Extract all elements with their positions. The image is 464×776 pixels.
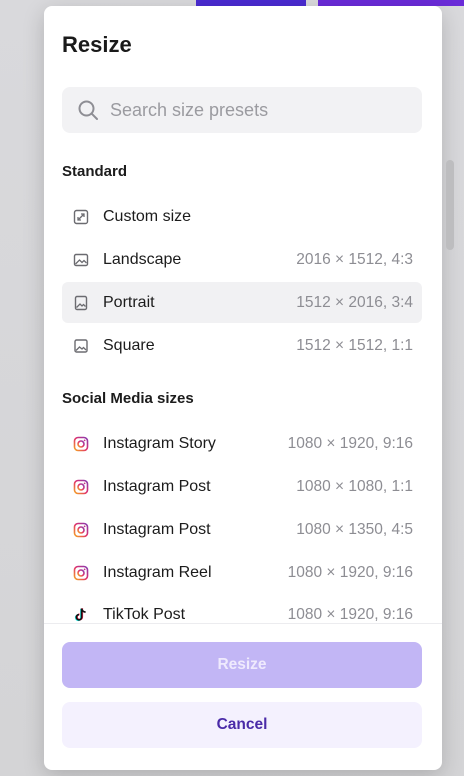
search-box[interactable] (62, 87, 422, 133)
preset-label: Instagram Post (103, 477, 211, 495)
cancel-button[interactable]: Cancel (62, 702, 422, 748)
resize-panel: Resize Standard Custom size (44, 6, 442, 770)
image-icon (72, 251, 90, 269)
image-icon (72, 337, 90, 355)
preset-dimensions: 1512 × 2016, 3:4 (296, 293, 413, 311)
preset-dimensions: 1512 × 1512, 1:1 (296, 336, 413, 354)
preset-label: Instagram Reel (103, 563, 212, 581)
preset-dimensions: 1080 × 1920, 9:16 (287, 605, 413, 623)
preset-label: Instagram Post (103, 520, 211, 538)
preset-label: Landscape (103, 250, 182, 268)
resize-icon (72, 208, 90, 226)
instagram-icon (72, 521, 90, 539)
section-heading-social-media: Social Media sizes (62, 390, 194, 407)
instagram-icon (72, 478, 90, 496)
preset-label: Square (103, 336, 155, 354)
preset-dimensions: 2016 × 1512, 4:3 (296, 250, 413, 268)
preset-label: Portrait (103, 293, 155, 311)
preset-dimensions: 1080 × 1920, 9:16 (287, 563, 413, 581)
preset-row-square[interactable]: Square 1512 × 1512, 1:1 (62, 325, 422, 366)
section-heading-standard: Standard (62, 163, 128, 180)
preset-list: Standard Custom size Landscape 2016 × 15… (44, 146, 442, 622)
preset-row-portrait[interactable]: Portrait 1512 × 2016, 3:4 (62, 282, 422, 323)
preset-dimensions: 1080 × 1080, 1:1 (296, 477, 413, 495)
preset-row-custom-size[interactable]: Custom size (62, 196, 422, 237)
scrollbar[interactable] (446, 50, 454, 770)
image-icon (72, 294, 90, 312)
preset-label: TikTok Post (103, 605, 186, 623)
preset-label: Custom size (103, 207, 192, 225)
preset-dimensions: 1080 × 1920, 9:16 (287, 434, 413, 452)
preset-row-landscape[interactable]: Landscape 2016 × 1512, 4:3 (62, 239, 422, 280)
preset-row-instagram-post-portrait[interactable]: Instagram Post 1080 × 1350, 4:5 (62, 509, 422, 550)
footer-divider (44, 623, 442, 624)
scrollbar-thumb[interactable] (446, 160, 454, 250)
search-input[interactable] (108, 98, 402, 122)
instagram-icon (72, 564, 90, 582)
preset-dimensions: 1080 × 1350, 4:5 (296, 520, 413, 538)
preset-row-tiktok-post[interactable]: TikTok Post 1080 × 1920, 9:16 (62, 594, 422, 622)
preset-label: Instagram Story (103, 434, 216, 452)
panel-title: Resize (62, 32, 132, 57)
preset-row-instagram-post-square[interactable]: Instagram Post 1080 × 1080, 1:1 (62, 466, 422, 507)
tiktok-icon (72, 606, 90, 623)
preset-row-instagram-story[interactable]: Instagram Story 1080 × 1920, 9:16 (62, 423, 422, 464)
search-icon (78, 100, 98, 120)
instagram-icon (72, 435, 90, 453)
preset-row-instagram-reel[interactable]: Instagram Reel 1080 × 1920, 9:16 (62, 552, 422, 593)
resize-button[interactable]: Resize (62, 642, 422, 688)
